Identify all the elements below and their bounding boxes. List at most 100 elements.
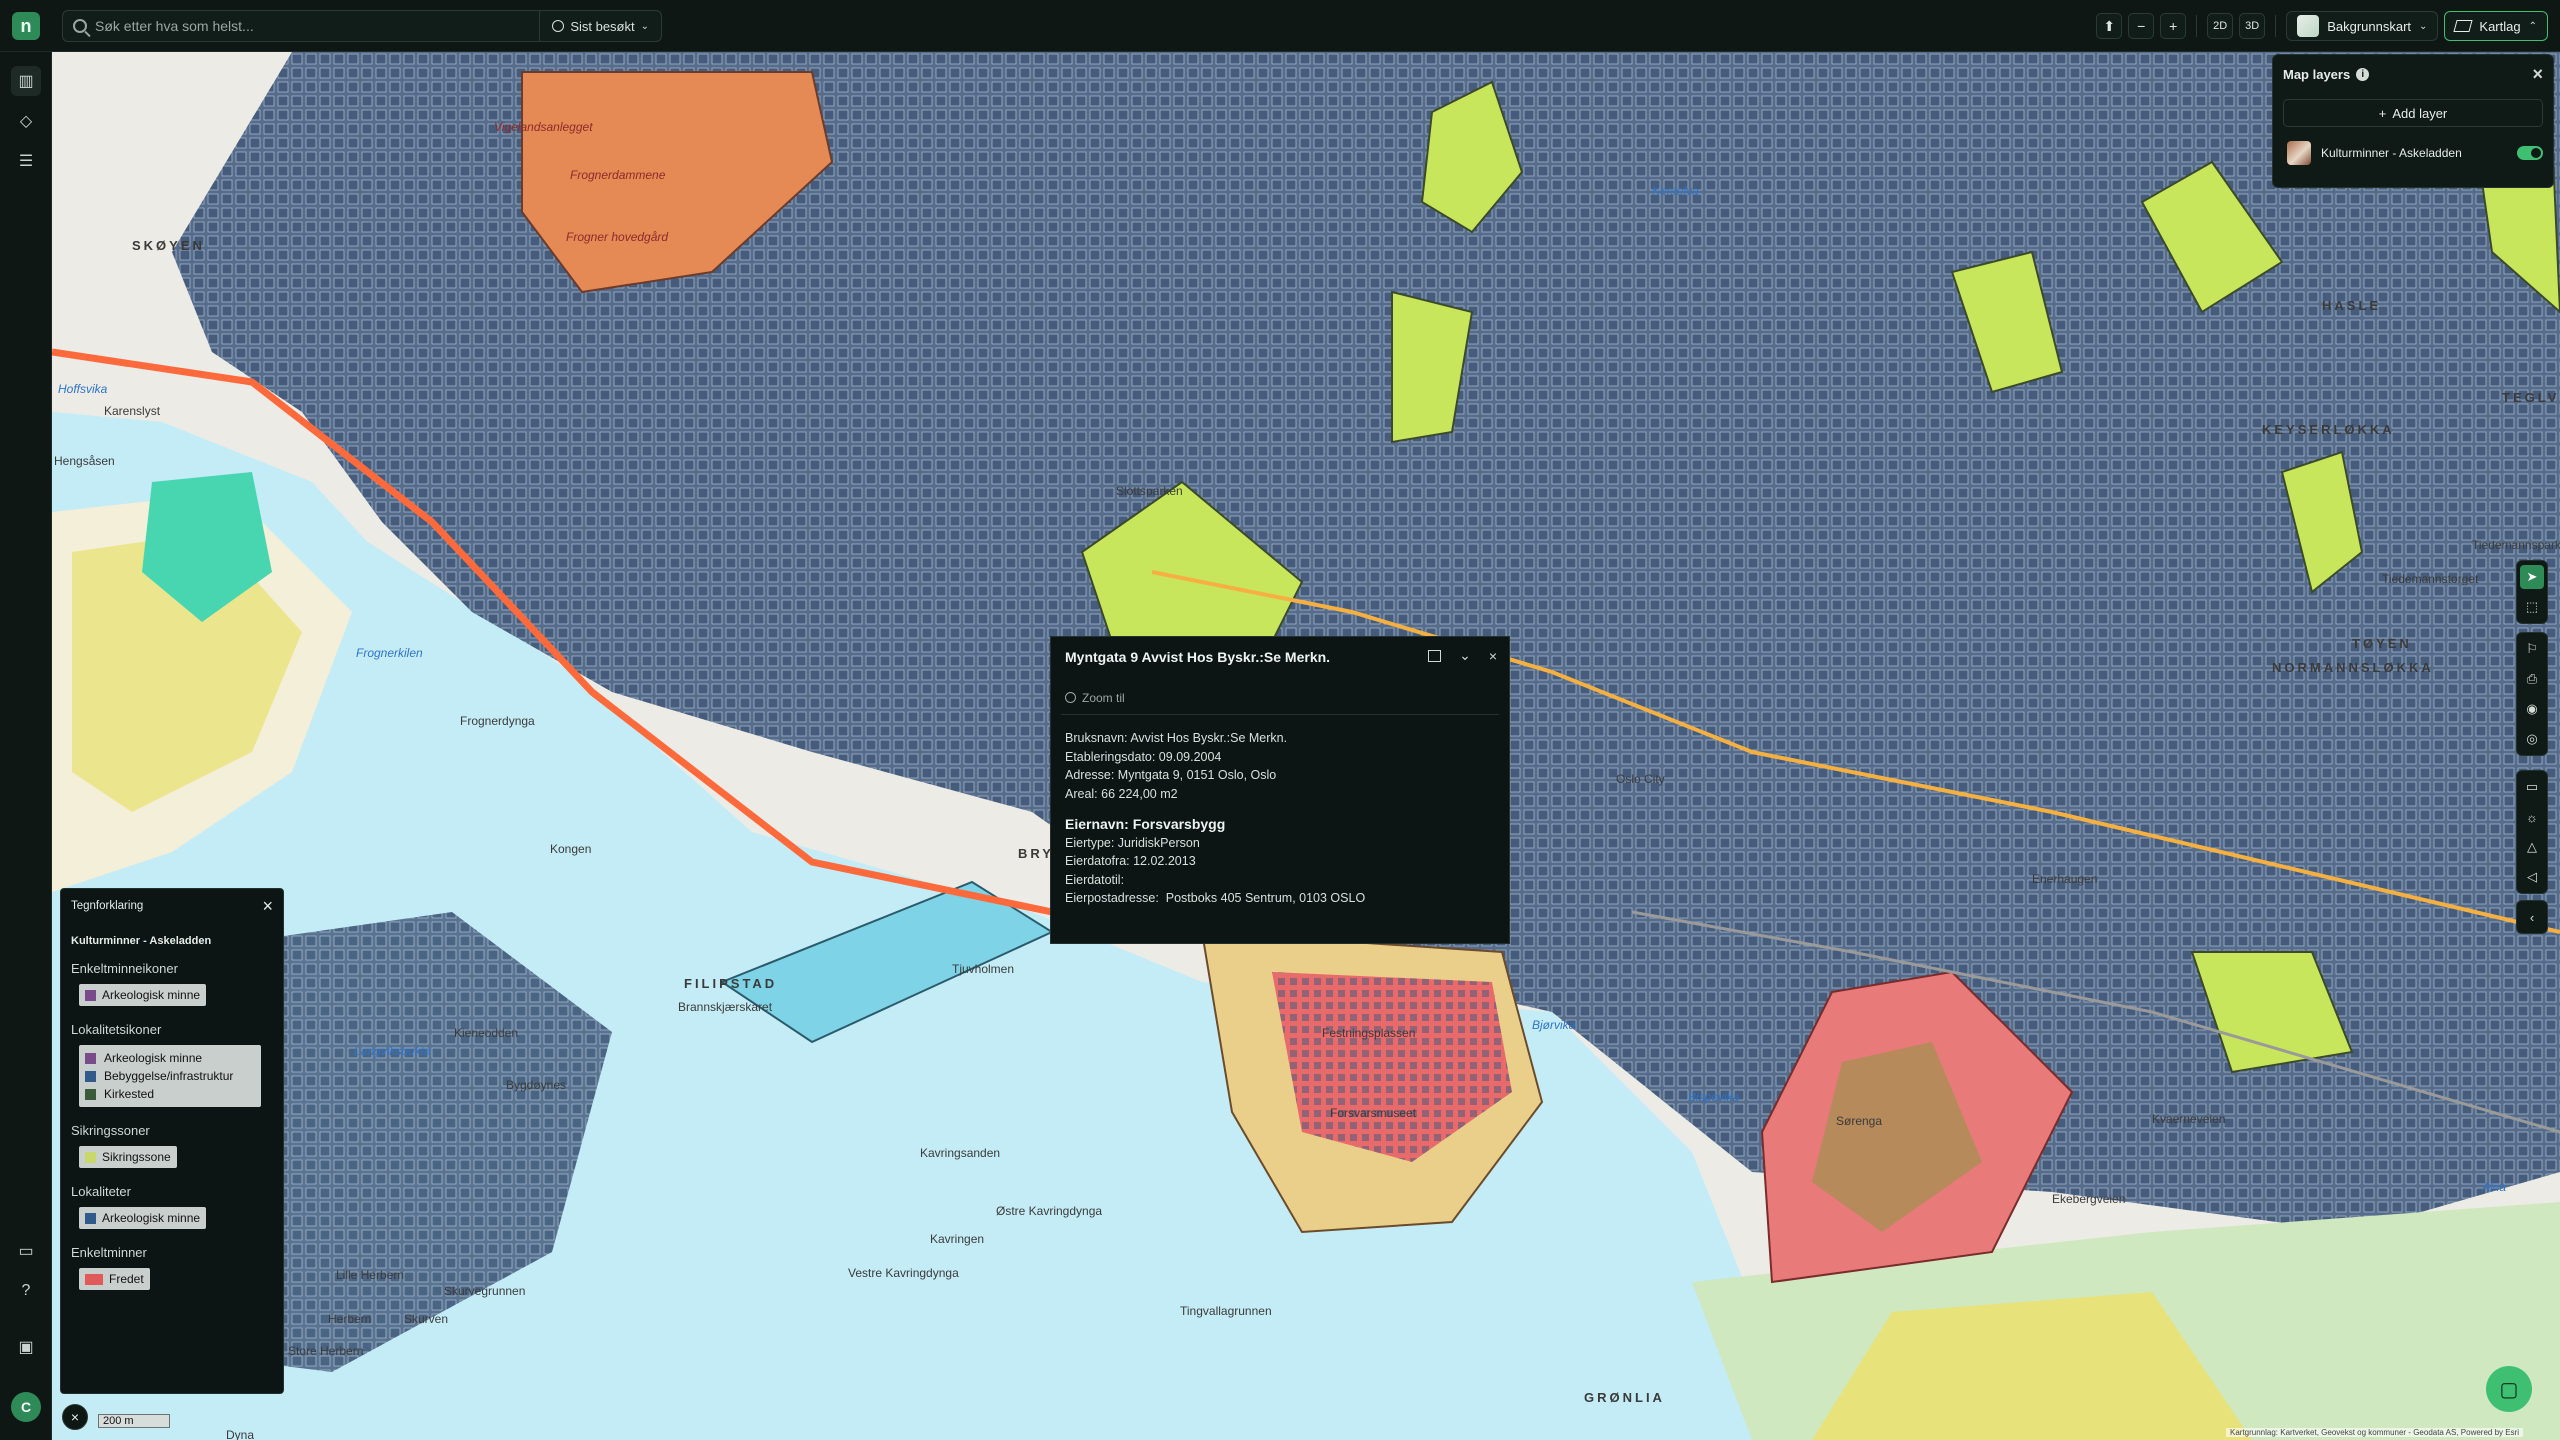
map-layers-panel: Map layers i × + Add layer Kulturminner … [2272,54,2554,188]
legend-header: Tegnforklaring × [61,889,283,923]
layer-name: Kulturminner - Askeladden [2321,146,2462,160]
layer-item[interactable]: Kulturminner - Askeladden [2273,127,2553,165]
legend-item: Arkeologisk minne [79,1207,207,1229]
owner-heading: Eiernavn: Forsvarsbygg [1065,816,1226,832]
sun-icon[interactable]: ☼ [2520,805,2544,829]
map-label: Frognerdynga [460,714,535,728]
map-label: Lille Herbern [336,1268,405,1282]
attribute-line: Adresse: Myntgata 9, 0151 Oslo, Oslo [1065,768,1277,782]
pointer-icon[interactable]: ➤ [2520,565,2544,589]
map-label: TØYEN [2352,636,2412,651]
zoom-to-label: Zoom til [1082,690,1125,705]
legend-item-label: Bebyggelse/infrastruktur [104,1069,234,1083]
close-icon[interactable]: × [62,1404,88,1430]
legend-section: Lokalitetsikoner [71,1022,162,1037]
view-3d-label: 3D [2245,20,2260,32]
compass-icon[interactable]: ⬆ [2096,13,2123,39]
map-label: Frognerkilen [356,646,423,660]
map-label: Tiedemannsparken [2472,538,2560,552]
info-icon[interactable]: i [2356,67,2370,81]
send-icon[interactable]: ◁ [2520,865,2544,889]
legend-item-label: Fredet [109,1272,144,1286]
map-label: SKØYEN [132,238,205,253]
map-label: Forsvarsmuseet [1330,1106,1417,1120]
plus-icon: + [2378,105,2387,121]
layers-icon [2453,20,2474,32]
map-label: Kavringsanden [920,1146,1001,1160]
car-icon[interactable]: ▭ [2520,775,2544,799]
feature-popup: Myntgata 9 Avvist Hos Byskr.:Se Merkn. ⌄… [1050,636,1510,944]
zone-swatch [85,1151,96,1163]
basemap-label: Bakgrunnskart [2327,18,2412,34]
app-logo[interactable]: n [12,12,40,40]
view-2d-button[interactable]: 2D [2207,13,2234,39]
measure-icon[interactable]: △ [2520,835,2544,859]
map-label: Sørenga [1836,1114,1883,1128]
map-label: Tingvallagrunnen [1180,1304,1272,1318]
map-label: Brannskjærskaret [678,1000,773,1014]
help-icon[interactable]: ? [11,1276,41,1306]
close-icon[interactable]: × [262,896,273,917]
zoom-in-button[interactable]: + [2160,13,2187,39]
map-label: Bygdøynes [506,1078,567,1092]
select-area-icon[interactable]: ⬚ [2520,595,2544,619]
user-avatar[interactable]: C [11,1392,41,1422]
attribute-line: Eierdatofra: 12.02.2013 [1065,854,1196,868]
location-icon[interactable]: ◎ [2520,727,2544,751]
zoom-out-button[interactable]: − [2128,13,2155,39]
recent-dropdown[interactable]: Sist besøkt ⌄ [539,11,661,41]
chevron-down-icon[interactable]: ⌄ [1459,647,1471,664]
avatar-initial: C [20,1399,32,1415]
layer-visibility-toggle[interactable] [2517,146,2543,160]
legend-item-label: Arkeologisk minne [102,1211,201,1225]
map-label: Vigelandsanlegget [494,120,593,134]
map-label: HASLE [2322,298,2382,313]
search-bar: Sist besøkt ⌄ [62,10,662,42]
chevron-up-icon: ⌃ [2528,20,2537,32]
map-label: Herbern [328,1312,372,1326]
legend-item: Arkeologisk minne [85,1049,255,1067]
close-icon[interactable]: × [1489,648,1497,664]
chat-icon[interactable]: ▢ [2486,1366,2532,1412]
top-bar: n Sist besøkt ⌄ ⬆ − + 2D 3D Bakgrunnskar… [0,0,2560,52]
search-input[interactable] [87,11,540,41]
list-icon[interactable]: ☰ [11,146,41,176]
print-icon[interactable]: ⎙ [2520,667,2544,691]
map-label: Frogner hovedgård [566,230,669,244]
map-label: Dyna [226,1428,255,1440]
map-label: Kvaerneveien [2152,1112,2226,1126]
add-layer-button[interactable]: + Add layer [2283,99,2543,127]
scale-bar: 200 m [98,1414,170,1428]
tag-icon[interactable]: ◇ [11,106,41,136]
bookmark-icon[interactable]: ⚐ [2520,637,2544,661]
map-view-icon[interactable]: ▥ [11,66,41,96]
display-icon[interactable]: ▣ [11,1332,41,1362]
clock-icon [552,20,565,32]
view-3d-button[interactable]: 3D [2239,13,2266,39]
maximize-icon[interactable] [1428,649,1442,662]
legend-item-label: Arkeologisk minne [102,988,201,1002]
map-label: Enerhaugen [2032,872,2098,886]
close-icon[interactable]: × [2532,64,2543,85]
chat-icon[interactable]: ▭ [11,1236,41,1266]
arch-icon [85,989,96,1001]
legend-layer-name: Kulturminner - Askeladden [71,935,212,947]
zoom-to-button[interactable]: Zoom til [1061,681,1499,715]
legend-section: Enkeltminneikoner [71,961,178,976]
chevron-left-icon[interactable]: ‹ [2520,905,2544,929]
map-label: KEYSERLØKKA [2262,422,2395,437]
camera-icon[interactable]: ◉ [2520,697,2544,721]
map-label: Skurven [404,1312,449,1326]
legend-title: Tegnforklaring [71,900,144,912]
map-label: Slottsparken [1116,484,1183,498]
search-icon [73,19,87,33]
legend-item-label: Kirkested [104,1087,155,1101]
map-layers-button[interactable]: Kartlag ⌃ [2444,11,2548,41]
legend-item: Arkeologisk minne [79,984,207,1006]
map-controls: ⬆ − + 2D 3D Bakgrunnskart ⌄ Kartlag ⌃ [2096,10,2548,42]
building-icon [85,1070,96,1082]
map-label: FILIPSTAD [684,976,778,991]
zoom-icon [1065,692,1076,703]
basemap-button[interactable]: Bakgrunnskart ⌄ [2286,11,2439,41]
legend-panel: Tegnforklaring × Kulturminner - Askeladd… [60,888,284,1394]
